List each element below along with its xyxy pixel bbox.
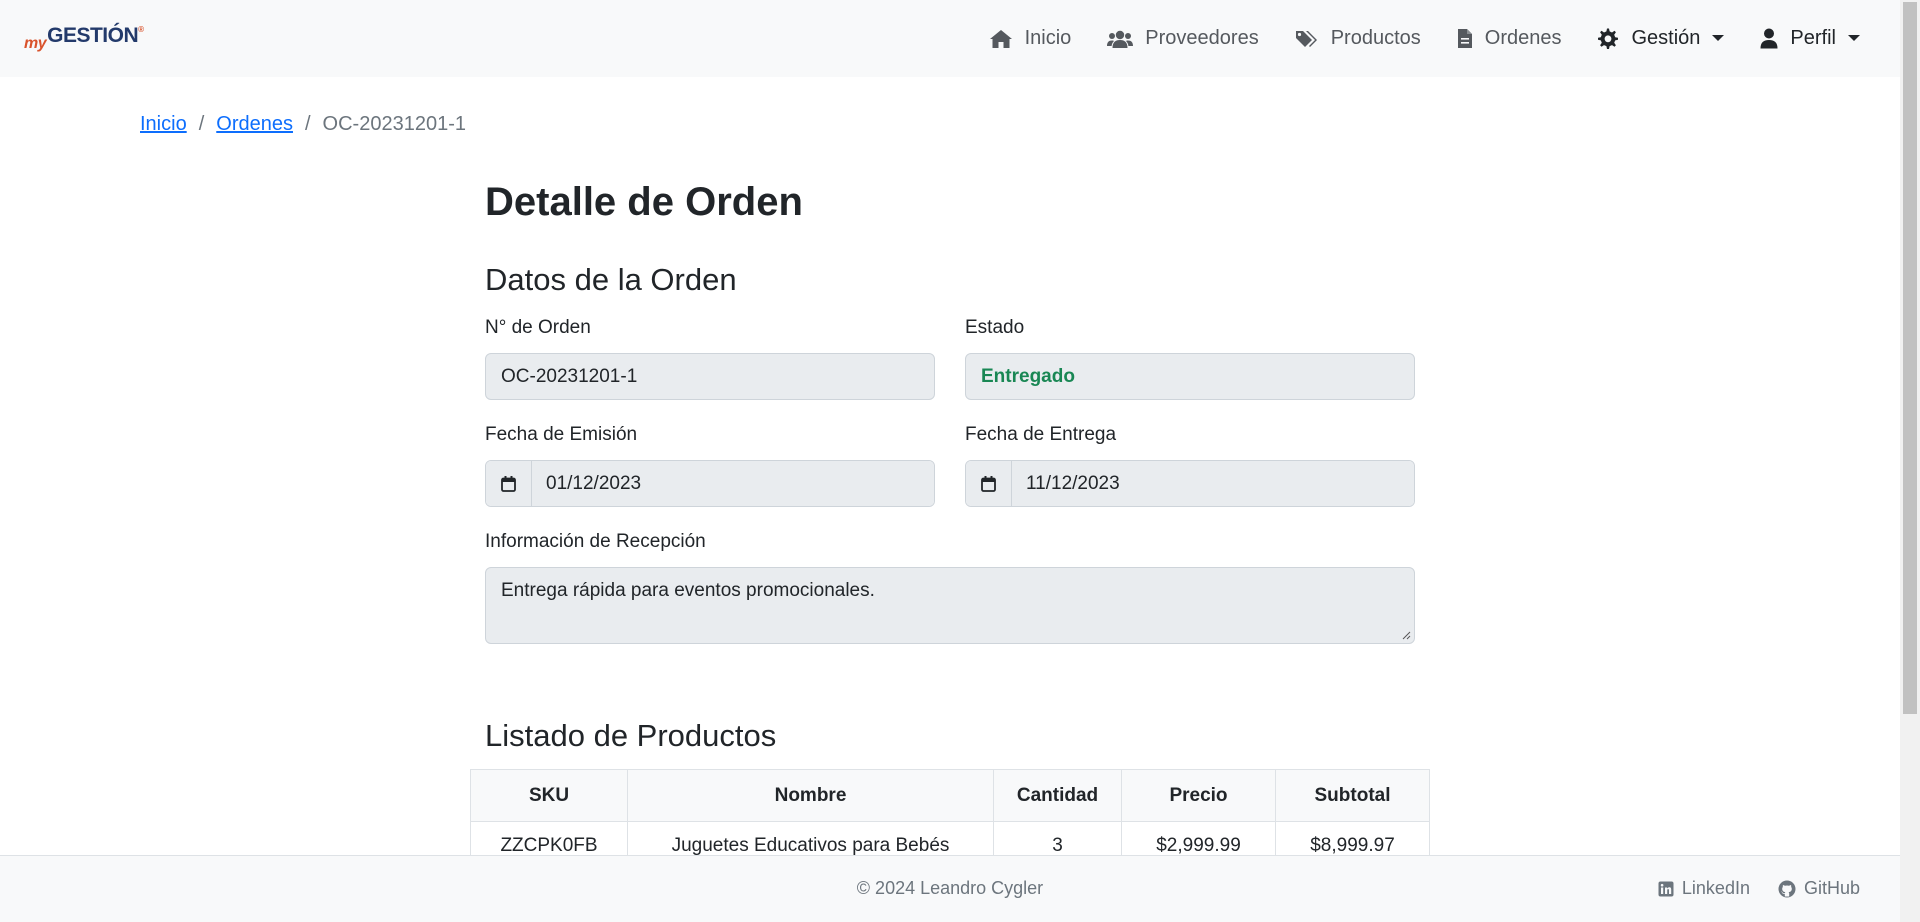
reception-info-text: Entrega rápida para eventos promocionale… (501, 580, 875, 601)
brand-registered-mark: ® (138, 25, 144, 34)
column-header-sku: SKU (470, 769, 628, 822)
calendar-icon-addon (966, 461, 1012, 506)
footer-link-github[interactable]: GitHub (1778, 878, 1860, 899)
nav-item-label: Proveedores (1145, 27, 1259, 49)
order-number-label: N° de Orden (485, 317, 591, 338)
breadcrumb-link-ordenes[interactable]: Ordenes (216, 113, 293, 136)
footer-copyright: © 2024 Leandro Cygler (856, 878, 1044, 898)
nav-menu: Inicio Proveedores Productos Ordenes Ges… (953, 0, 1860, 77)
user-icon (1760, 28, 1778, 49)
column-header-precio: Precio (1121, 769, 1276, 822)
nav-item-ordenes[interactable]: Ordenes (1457, 27, 1562, 50)
calendar-icon-addon (486, 461, 532, 506)
table-header-row: SKU Nombre Cantidad Precio Subtotal (470, 769, 1430, 822)
issue-date-label: Fecha de Emisión (485, 424, 638, 445)
footer-link-linkedin[interactable]: LinkedIn (1658, 878, 1750, 899)
breadcrumb-separator: / (304, 113, 311, 135)
breadcrumb: Inicio / Ordenes / OC-20231201-1 (140, 113, 466, 136)
issue-date-field[interactable]: 01/12/2023 (485, 460, 935, 507)
nav-dropdown-perfil[interactable]: Perfil (1760, 27, 1860, 50)
column-header-subtotal: Subtotal (1275, 769, 1430, 822)
breadcrumb-current: OC-20231201-1 (322, 113, 466, 135)
nav-item-inicio[interactable]: Inicio (989, 27, 1072, 50)
brand-prefix: my (24, 35, 47, 52)
breadcrumb-separator: / (198, 113, 205, 135)
page-title: Detalle de Orden (485, 180, 803, 224)
status-label: Estado (965, 317, 1025, 338)
nav-item-label: Productos (1330, 27, 1421, 49)
linkedin-icon (1658, 881, 1674, 896)
chevron-down-icon (1712, 34, 1725, 41)
document-icon (1457, 29, 1472, 48)
column-header-cantidad: Cantidad (993, 769, 1122, 822)
vertical-scrollbar[interactable] (1900, 0, 1920, 922)
footer-link-label: LinkedIn (1681, 878, 1750, 898)
reception-info-textarea[interactable]: Entrega rápida para eventos promocionale… (485, 567, 1415, 644)
brand-name: GESTIÓN (47, 24, 139, 47)
resize-grip-icon[interactable] (1401, 630, 1411, 640)
reception-info-label: Información de Recepción (485, 531, 706, 552)
nav-item-label: Perfil (1790, 27, 1836, 49)
products-section-title: Listado de Productos (485, 718, 777, 753)
tags-icon (1295, 30, 1317, 47)
scrollbar-thumb[interactable] (1903, 2, 1917, 714)
nav-item-label: Ordenes (1484, 27, 1562, 49)
order-number-field[interactable]: OC-20231201-1 (485, 353, 935, 400)
issue-date-value: 01/12/2023 (532, 461, 934, 506)
delivery-date-field[interactable]: 11/12/2023 (965, 460, 1415, 507)
users-icon (1107, 30, 1134, 48)
nav-item-label: Inicio (1024, 27, 1072, 49)
footer-links: LinkedIn GitHub (1630, 878, 1860, 899)
nav-item-productos[interactable]: Productos (1295, 27, 1421, 50)
nav-item-label: Gestión (1631, 27, 1701, 49)
breadcrumb-link-inicio[interactable]: Inicio (140, 113, 187, 136)
delivery-date-label: Fecha de Entrega (965, 424, 1117, 445)
brand-logo[interactable]: my GESTIÓN ® (24, 24, 144, 52)
footer-link-label: GitHub (1803, 878, 1860, 898)
status-field[interactable]: Entregado (965, 353, 1415, 400)
page-footer: © 2024 Leandro Cygler LinkedIn GitHub (0, 855, 1900, 922)
chevron-down-icon (1848, 34, 1860, 41)
delivery-date-value: 11/12/2023 (1012, 461, 1414, 506)
nav-dropdown-gestion[interactable]: Gestión (1597, 27, 1725, 50)
calendar-icon (501, 475, 516, 492)
top-navbar: my GESTIÓN ® Inicio Proveedores Producto… (0, 0, 1900, 77)
nav-item-proveedores[interactable]: Proveedores (1107, 27, 1259, 50)
gear-icon (1598, 28, 1619, 49)
github-icon (1778, 880, 1796, 897)
home-icon (989, 29, 1012, 48)
order-section-title: Datos de la Orden (485, 262, 737, 297)
calendar-icon (981, 475, 996, 492)
column-header-nombre: Nombre (627, 769, 994, 822)
